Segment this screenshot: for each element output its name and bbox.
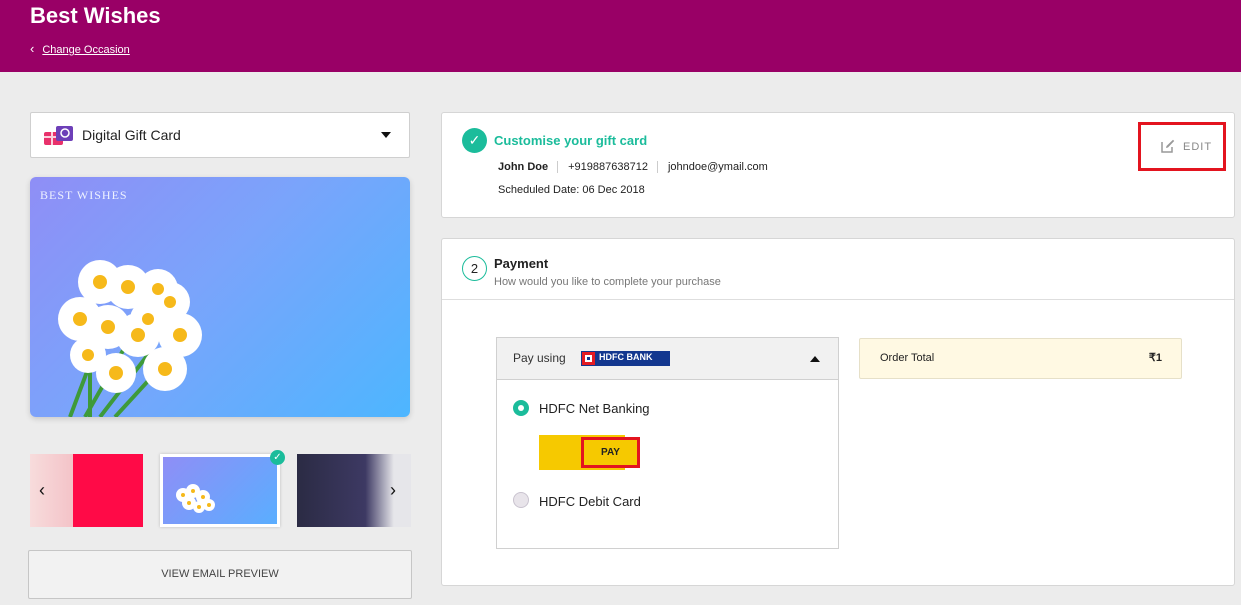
payment-panel: 2 Payment How would you like to complete… — [441, 238, 1235, 586]
recipient-email: johndoe@ymail.com — [667, 161, 768, 173]
change-occasion-label: Change Occasion — [42, 44, 130, 56]
recipient-phone: +919887638712 — [568, 161, 658, 173]
carousel-prev-arrow-icon[interactable]: ‹ — [33, 480, 51, 501]
order-total-label: Order Total — [880, 352, 935, 364]
debit-card-radio[interactable] — [513, 492, 529, 508]
customise-heading: Customise your gift card — [494, 133, 648, 148]
pay-using-dropdown[interactable]: Pay using HDFC BANK — [497, 338, 838, 380]
change-occasion-link[interactable]: ‹ Change Occasion — [30, 41, 130, 56]
pay-button-area: PAY — [539, 435, 640, 470]
divider — [442, 299, 1234, 300]
net-banking-radio[interactable] — [513, 400, 529, 416]
gift-card-icon — [44, 126, 73, 145]
chevron-left-icon: ‹ — [30, 41, 35, 56]
carousel-next-arrow-icon[interactable]: › — [384, 480, 402, 501]
step-number: 2 — [462, 256, 487, 281]
edit-pencil-icon — [1161, 139, 1175, 153]
step-complete-check-icon: ✓ — [462, 128, 487, 153]
customise-summary-panel: ✓ Customise your gift card John Doe +919… — [441, 112, 1235, 218]
hdfc-logo-text: HDFC BANK — [599, 352, 653, 362]
view-email-preview-button[interactable]: VIEW EMAIL PREVIEW — [28, 550, 412, 599]
page-title: Best Wishes — [30, 3, 161, 28]
daisy-thumbnail-illustration — [176, 484, 215, 513]
selected-check-icon: ✓ — [270, 450, 285, 465]
recipient-name: John Doe — [498, 161, 559, 173]
daisy-bouquet-illustration — [58, 260, 202, 417]
scheduled-date: Scheduled Date: 06 Dec 2018 — [498, 184, 645, 196]
payment-heading: Payment — [494, 256, 549, 271]
card-type-dropdown[interactable]: Digital Gift Card — [30, 112, 410, 158]
pay-button[interactable]: PAY — [581, 437, 640, 468]
order-total-box: Order Total ₹1 — [859, 338, 1182, 379]
hdfc-logo-mark-icon — [582, 352, 595, 365]
edit-label: EDIT — [1183, 141, 1213, 153]
caret-down-icon — [381, 132, 391, 138]
design-carousel: ✓ ‹ › — [30, 450, 411, 530]
design-thumbnail-selected[interactable] — [160, 454, 280, 527]
header-bar: Best Wishes ‹ Change Occasion — [0, 0, 1241, 72]
card-type-label: Digital Gift Card — [82, 127, 181, 143]
hdfc-bank-logo: HDFC BANK — [581, 351, 670, 366]
caret-up-icon — [810, 356, 820, 362]
net-banking-label[interactable]: HDFC Net Banking — [539, 401, 650, 416]
debit-card-label[interactable]: HDFC Debit Card — [539, 494, 641, 509]
card-preview: BEST WISHES — [30, 177, 410, 417]
edit-button[interactable]: EDIT — [1138, 122, 1226, 171]
payment-subheading: How would you like to complete your purc… — [494, 276, 721, 288]
payment-method-box: Pay using HDFC BANK HDFC Net Banking PAY… — [496, 337, 839, 549]
order-total-value: ₹1 — [1148, 352, 1162, 364]
recipient-info: John Doe +919887638712 johndoe@ymail.com — [498, 161, 787, 173]
pay-using-label: Pay using — [513, 351, 566, 365]
